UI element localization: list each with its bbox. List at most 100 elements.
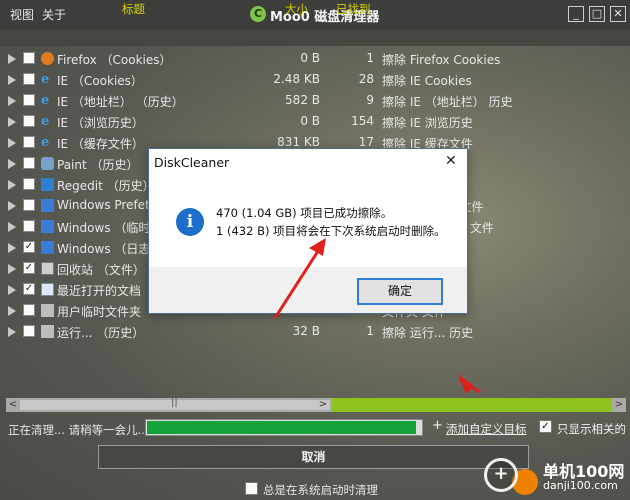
ie-icon: e [41,114,50,129]
row-checkbox[interactable]: ✓ [23,241,35,253]
row-checkbox[interactable] [23,304,35,316]
row-checkbox[interactable] [23,220,35,232]
ok-button[interactable]: 确定 [357,278,443,305]
row-count: 154 [351,114,374,128]
expand-triangle-icon[interactable] [8,75,16,85]
expand-triangle-icon[interactable] [8,117,16,127]
column-header-bar [0,30,630,46]
user-temp-icon [41,304,54,317]
row-name: 回收站 （文件） [57,263,145,277]
row-description: 擦除 IE Cookies [382,74,472,88]
cancel-button[interactable]: 取消 [98,445,529,469]
regedit-icon [41,178,54,191]
row-checkbox[interactable] [23,136,35,148]
expand-triangle-icon[interactable] [8,54,16,64]
windows-icon [41,241,54,254]
dialog-message-line1: 470 (1.04 GB) 项目已成功擦除。 [216,206,393,220]
ie-icon: e [41,93,50,108]
list-item[interactable]: e IE （地址栏） （历史） 582 B 9 擦除 IE （地址栏） 历史 [4,90,626,111]
row-checkbox[interactable] [23,115,35,127]
row-checkbox[interactable]: ✓ [23,262,35,274]
row-name: Firefox （Cookies） [57,53,172,67]
row-name: Regedit （历史） [57,179,155,193]
ie-icon: e [41,72,50,87]
row-description: 擦除 运行... 历史 [382,326,474,340]
watermark-url: danji100.com [543,479,618,492]
ie-icon: e [41,135,50,150]
row-checkbox[interactable] [23,199,35,211]
app-logo-icon: C [250,6,266,22]
firefox-icon [41,52,54,65]
expand-triangle-icon[interactable] [8,138,16,148]
cleaning-progress-fill [147,421,416,434]
row-checkbox[interactable] [23,73,35,85]
list-item[interactable]: 运行... （历史） 32 B 1 擦除 运行... 历史 [4,321,626,342]
list-item[interactable]: e IE （浏览历史） 0 B 154 擦除 IE 浏览历史 [4,111,626,132]
recycle-bin-icon [41,262,54,275]
dialog-close-icon[interactable]: ✕ [445,153,457,169]
row-name: Windows （临时 [57,221,151,235]
scroll-left-arrow-icon[interactable]: < [6,398,20,412]
boot-clean-checkbox[interactable] [245,482,258,495]
column-header-title[interactable]: 标题 [122,1,145,17]
cleaning-progress-bar [145,419,423,436]
close-window-button[interactable]: ✕ [610,6,626,22]
scroll-grip-icon: || [171,397,178,408]
column-header-found[interactable]: 已找到 [336,1,371,17]
menu-view[interactable]: 视图 [10,6,34,23]
status-text: 正在清理... 请稍等一会儿... [8,423,149,437]
expand-triangle-icon[interactable] [8,243,16,253]
list-item[interactable]: Firefox （Cookies） 0 B 1 擦除 Firefox Cookies [4,48,626,69]
scroll-right-arrow-icon[interactable]: > [316,398,330,412]
row-checkbox[interactable] [23,325,35,337]
scroll-end-arrow-icon[interactable]: > [612,398,626,412]
expand-triangle-icon[interactable] [8,201,16,211]
expand-triangle-icon[interactable] [8,285,16,295]
expand-triangle-icon[interactable] [8,159,16,169]
expand-triangle-icon[interactable] [8,327,16,337]
run-icon [41,325,54,338]
watermark-plus-icon: + [484,458,518,492]
dialog-title: DiskCleaner [154,155,230,170]
row-size: 582 B [285,93,320,107]
expand-triangle-icon[interactable] [8,264,16,274]
row-size: 0 B [300,114,320,128]
row-name: IE （Cookies） [57,74,143,88]
dialog-message-line2: 1 (432 B) 项目将会在下次系统启动时删除。 [216,224,446,238]
windows-icon [41,220,54,233]
horizontal-scrollbar[interactable]: < || > > [6,397,626,412]
row-size: 0 B [300,51,320,65]
row-name: 用户临时文件夹 [57,305,142,319]
expand-triangle-icon[interactable] [8,180,16,190]
row-checkbox[interactable] [23,157,35,169]
row-name: IE （浏览历史） [57,116,144,130]
row-checkbox[interactable]: ✓ [23,283,35,295]
row-name: Paint （历史） [57,158,139,172]
expand-triangle-icon[interactable] [8,222,16,232]
list-item[interactable]: e IE （Cookies） 2.48 KB 28 擦除 IE Cookies [4,69,626,90]
row-count: 28 [358,72,374,86]
row-name: 最近打开的文档 [57,284,142,298]
row-checkbox[interactable] [23,178,35,190]
row-count: 9 [366,93,374,107]
add-custom-target-link[interactable]: 添加自定义目标 [446,421,527,437]
row-checkbox[interactable] [23,52,35,64]
row-size: 32 B [292,324,320,338]
plus-icon[interactable]: + [432,418,443,433]
menu-about[interactable]: 关于 [42,6,66,23]
row-size: 831 KB [277,135,320,149]
expand-triangle-icon[interactable] [8,96,16,106]
only-related-checkbox[interactable]: ✓ [539,420,552,433]
info-icon: i [176,208,204,236]
row-name: IE （地址栏） （历史） [57,95,184,109]
row-description: 擦除 Firefox Cookies [382,53,501,67]
result-dialog: DiskCleaner ✕ i 470 (1.04 GB) 项目已成功擦除。 1… [148,148,468,314]
expand-triangle-icon[interactable] [8,306,16,316]
boot-clean-label: 总是在系统启动时清理 [263,483,378,497]
row-checkbox[interactable] [23,94,35,106]
minimize-button[interactable]: _ [568,6,584,22]
row-description: 擦除 IE 浏览历史 [382,116,473,130]
column-header-size[interactable]: 大小 [285,1,308,17]
row-description: 擦除 IE （地址栏） 历史 [382,95,513,109]
maximize-button[interactable]: □ [589,6,605,22]
